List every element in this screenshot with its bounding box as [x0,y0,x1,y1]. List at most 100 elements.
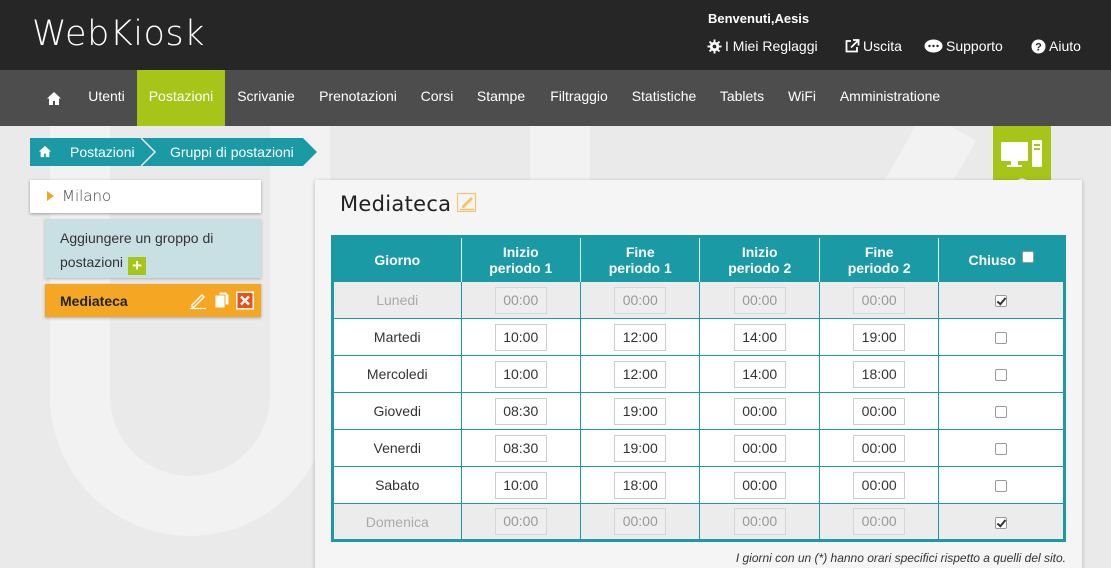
table-cell: 19:00 [579,429,701,467]
table-cell: 19:00 [579,392,701,430]
start-period-2-input[interactable]: 00:00 [733,286,786,314]
start-period-1-input[interactable]: 08:30 [494,434,547,462]
table-cell [938,429,1065,467]
delete-icon[interactable] [236,291,254,310]
table-cell: 00:00 [818,429,940,467]
table-header-row: Giorno Inizio periodo 1 Fine periodo 1 Ini… [332,236,1065,282]
end-period-2-input[interactable]: 19:00 [853,323,906,351]
start-period-1-input[interactable]: 10:00 [494,360,547,388]
nav-amministratione[interactable]: Amministratione [831,70,949,126]
settings-link[interactable]: I Miei Reglaggi [707,38,818,54]
header-links: I Miei Reglaggi Uscita Supporto ? Aiuto [0,38,1111,56]
monitor-icon [1001,142,1028,161]
table-cell: 18:00 [818,355,940,393]
end-period-2-input[interactable]: 00:00 [853,397,906,425]
table-cell: 00:00 [818,392,940,430]
table-cell: 00:00 [818,466,940,504]
day-label: Venerdi [373,440,421,456]
end-period-2-input[interactable]: 00:00 [853,508,906,535]
closed-checkbox[interactable] [995,480,1008,493]
top-header: WebKiosk Benvenuti,Aesis I Miei Reglaggi [0,0,1111,70]
table-cell: 10:00 [460,318,582,356]
table-cell [938,281,1065,319]
edit-title-icon[interactable] [457,192,477,212]
closed-checkbox[interactable] [995,443,1008,456]
schedule-body: Lunedi 00:00 00:00 00:00 00:00 Martedi 10:00 12… [332,281,1065,541]
table-cell [938,355,1065,393]
closed-checkbox[interactable] [995,332,1008,345]
site-item-milano[interactable]: Milano [30,180,261,213]
table-cell: 00:00 [699,503,820,541]
table-cell: 08:30 [460,392,582,430]
add-group-panel[interactable]: Aggiungere un groppo di postazioni + [45,219,261,278]
breadcrumb-postazioni[interactable]: Postazioni [30,138,158,166]
start-period-2-input[interactable]: 00:00 [733,471,786,499]
start-period-1-input[interactable]: 10:00 [494,471,547,499]
nav-statistiche[interactable]: Statistiche [624,70,704,126]
home-icon [38,145,52,158]
end-period-1-input[interactable]: 19:00 [614,397,667,425]
start-period-2-input[interactable]: 14:00 [733,323,786,351]
select-all-closed-checkbox[interactable] [1021,251,1034,263]
col-header: Inizio periodo 1 [460,236,581,282]
schedule-table: Giorno Inizio periodo 1 Fine periodo 1 Ini… [331,235,1066,542]
closed-checkbox[interactable] [995,406,1008,419]
table-cell: Lunedi [332,281,462,319]
table-row: Martedi 10:00 12:00 14:00 19:00 [332,318,1065,356]
end-period-1-input[interactable]: 12:00 [614,360,667,388]
help-link[interactable]: ? Aiuto [1031,38,1081,54]
table-cell: Sabato [332,466,462,504]
breadcrumb-gruppi[interactable]: Gruppi di postazioni [141,138,317,166]
table-cell: 12:00 [579,318,701,356]
end-period-2-input[interactable]: 00:00 [853,286,906,314]
table-row: Lunedi 00:00 00:00 00:00 00:00 [332,281,1065,319]
end-period-2-input[interactable]: 18:00 [853,360,906,388]
home-nav-button[interactable] [40,70,68,126]
end-period-2-input[interactable]: 00:00 [853,471,906,499]
nav-filtraggio[interactable]: Filtraggio [543,70,615,126]
end-period-1-input[interactable]: 18:00 [614,471,667,499]
closed-checkbox[interactable] [995,369,1008,382]
start-period-2-input[interactable]: 00:00 [733,397,786,425]
settings-link-label: I Miei Reglaggi [725,38,818,54]
nav-wifi[interactable]: WiFi [782,70,822,126]
nav-prenotazioni[interactable]: Prenotazioni [310,70,406,126]
start-period-1-input[interactable]: 10:00 [494,323,547,351]
closed-checkbox[interactable] [995,516,1008,529]
start-period-2-input[interactable]: 00:00 [733,508,786,535]
group-item-mediateca[interactable]: Mediateca [45,284,261,317]
table-cell: 00:00 [699,466,820,504]
table-row: Mercoledi 10:00 12:00 14:00 18:00 [332,355,1065,393]
support-link-label: Supporto [946,38,1003,54]
table-cell: 08:30 [460,429,582,467]
add-group-plus-icon[interactable]: + [128,257,147,275]
nav-utenti[interactable]: Utenti [77,70,136,126]
closed-checkbox[interactable] [995,295,1008,308]
table-cell [938,503,1065,541]
nav-corsi[interactable]: Corsi [414,70,460,126]
end-period-1-input[interactable]: 12:00 [614,323,667,351]
table-row: Giovedi 08:30 19:00 00:00 00:00 [332,392,1065,430]
end-period-2-input[interactable]: 00:00 [853,434,906,462]
gear-icon [707,38,722,54]
table-cell: 00:00 [699,281,820,319]
table-cell: 00:00 [818,281,940,319]
end-period-1-input[interactable]: 00:00 [614,286,667,314]
nav-tablets[interactable]: Tablets [713,70,771,126]
start-period-1-input[interactable]: 08:30 [494,397,547,425]
edit-pencil-icon[interactable] [189,291,207,310]
end-period-1-input[interactable]: 19:00 [614,434,667,462]
start-period-2-input[interactable]: 14:00 [733,360,786,388]
support-link[interactable]: Supporto [924,38,1003,54]
page-title: Mediateca [340,192,452,216]
end-period-1-input[interactable]: 00:00 [614,508,667,535]
nav-postazioni[interactable]: Postazioni [137,70,225,126]
logout-link[interactable]: Uscita [845,38,902,54]
copy-icon[interactable] [213,291,231,310]
table-cell: Martedi [332,318,462,356]
start-period-1-input[interactable]: 00:00 [494,286,547,314]
start-period-2-input[interactable]: 00:00 [733,434,786,462]
nav-scrivanie[interactable]: Scrivanie [227,70,305,126]
start-period-1-input[interactable]: 00:00 [494,508,547,535]
nav-stampe[interactable]: Stampe [470,70,532,126]
